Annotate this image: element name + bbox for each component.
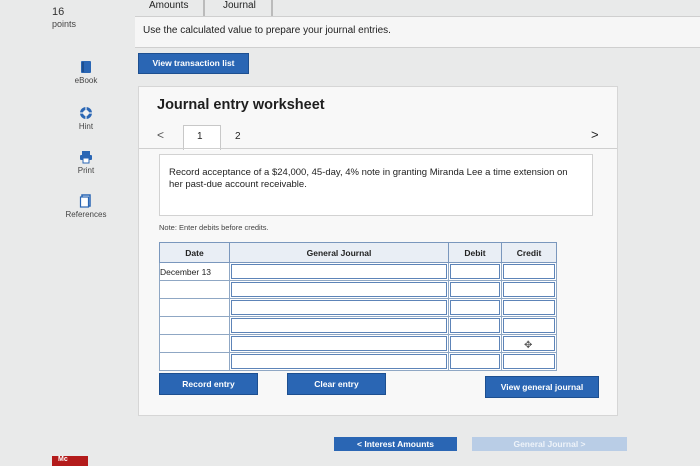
debit-input[interactable] <box>450 300 500 315</box>
rail-references[interactable]: References <box>58 194 114 219</box>
prev-transaction-button[interactable]: < <box>157 128 164 142</box>
debit-cell[interactable] <box>448 352 502 371</box>
transaction-prompt-box: Record acceptance of a $24,000, 45-day, … <box>159 154 593 216</box>
account-cell[interactable] <box>229 280 449 299</box>
credit-cell[interactable] <box>501 352 557 371</box>
account-input[interactable] <box>231 318 447 333</box>
journal-table: Date General Journal Debit Credit Decemb… <box>159 242 557 371</box>
date-cell <box>159 280 230 299</box>
debit-input[interactable] <box>450 336 500 351</box>
brand-badge: Mc <box>52 456 88 466</box>
question-points: points <box>52 19 77 29</box>
credit-cell[interactable] <box>501 316 557 335</box>
debit-input[interactable] <box>450 354 500 369</box>
book-icon <box>81 61 91 73</box>
entry-note: Note: Enter debits before credits. <box>159 223 269 232</box>
question-number: 16 <box>52 6 65 18</box>
clear-entry-button[interactable]: Clear entry <box>287 373 386 395</box>
debit-cell[interactable] <box>448 316 502 335</box>
column-header-account: General Journal <box>229 242 449 263</box>
view-transaction-list-button[interactable]: View transaction list <box>138 53 249 74</box>
record-entry-button[interactable]: Record entry <box>159 373 258 395</box>
account-input[interactable] <box>231 354 447 369</box>
journal-entry-worksheet: Journal entry worksheet < 1 2 > Record a… <box>138 86 618 416</box>
rail-hint[interactable]: Hint <box>58 106 114 131</box>
account-input[interactable] <box>231 300 447 315</box>
printer-icon <box>80 151 92 164</box>
instructions-text: Use the calculated value to prepare your… <box>143 25 391 36</box>
credit-cell[interactable] <box>501 262 557 281</box>
next-tab-button[interactable]: General Journal > <box>472 437 627 451</box>
account-input[interactable] <box>231 282 447 297</box>
move-cursor-icon: ✥ <box>524 340 533 351</box>
rail-ebook-label: eBook <box>74 76 98 85</box>
column-header-debit: Debit <box>448 242 502 263</box>
tab-journal[interactable]: Journal <box>223 0 256 16</box>
transaction-tab-1[interactable]: 1 <box>197 131 203 142</box>
date-cell <box>159 352 230 371</box>
credit-input[interactable] <box>503 300 555 315</box>
prev-tab-button[interactable]: < Interest Amounts <box>334 437 457 451</box>
rail-hint-label: Hint <box>78 122 94 131</box>
instructions-bar: Use the calculated value to prepare your… <box>135 16 700 48</box>
debit-cell[interactable] <box>448 298 502 317</box>
date-cell <box>159 316 230 335</box>
account-input[interactable] <box>231 336 447 351</box>
document-icon <box>79 194 91 208</box>
transaction-prompt: Record acceptance of a $24,000, 45-day, … <box>169 167 568 190</box>
lifebuoy-icon <box>80 107 92 119</box>
table-row <box>159 298 557 317</box>
debit-input[interactable] <box>450 282 500 297</box>
view-general-journal-button[interactable]: View general journal <box>485 376 599 398</box>
left-rail: 16 points eBook Hint Print References Mc <box>0 0 118 466</box>
rail-references-label: References <box>65 210 107 219</box>
next-transaction-button[interactable]: > <box>591 127 599 142</box>
credit-cell[interactable]: ✥ <box>501 334 557 353</box>
rail-print[interactable]: Print <box>58 150 114 175</box>
account-cell[interactable] <box>229 262 449 281</box>
account-input[interactable] <box>231 264 447 279</box>
date-cell: December 13 <box>159 262 230 281</box>
account-cell[interactable] <box>229 316 449 335</box>
credit-input[interactable] <box>503 354 555 369</box>
table-row: December 13 <box>159 262 557 281</box>
rail-print-label: Print <box>77 166 95 175</box>
transaction-tab-2[interactable]: 2 <box>235 131 241 142</box>
account-cell[interactable] <box>229 298 449 317</box>
rail-ebook[interactable]: eBook <box>58 60 114 85</box>
credit-input[interactable]: ✥ <box>503 336 555 351</box>
top-tab-bar: Amounts Journal <box>135 0 700 16</box>
tab-amounts[interactable]: Amounts <box>149 0 188 16</box>
date-cell <box>159 334 230 353</box>
table-row <box>159 352 557 371</box>
column-header-credit: Credit <box>501 242 557 263</box>
debit-input[interactable] <box>450 264 500 279</box>
debit-cell[interactable] <box>448 262 502 281</box>
credit-input[interactable] <box>503 282 555 297</box>
column-header-date: Date <box>159 242 230 263</box>
tab-divider <box>271 0 273 16</box>
worksheet-title: Journal entry worksheet <box>157 97 325 113</box>
credit-cell[interactable] <box>501 298 557 317</box>
date-cell <box>159 298 230 317</box>
tab-divider <box>203 0 205 16</box>
debit-cell[interactable] <box>448 334 502 353</box>
table-row <box>159 316 557 335</box>
credit-input[interactable] <box>503 318 555 333</box>
credit-input[interactable] <box>503 264 555 279</box>
debit-cell[interactable] <box>448 280 502 299</box>
tab-underline <box>139 148 617 149</box>
debit-input[interactable] <box>450 318 500 333</box>
table-row <box>159 280 557 299</box>
credit-cell[interactable] <box>501 280 557 299</box>
account-cell[interactable] <box>229 334 449 353</box>
account-cell[interactable] <box>229 352 449 371</box>
table-row: ✥ <box>159 334 557 353</box>
